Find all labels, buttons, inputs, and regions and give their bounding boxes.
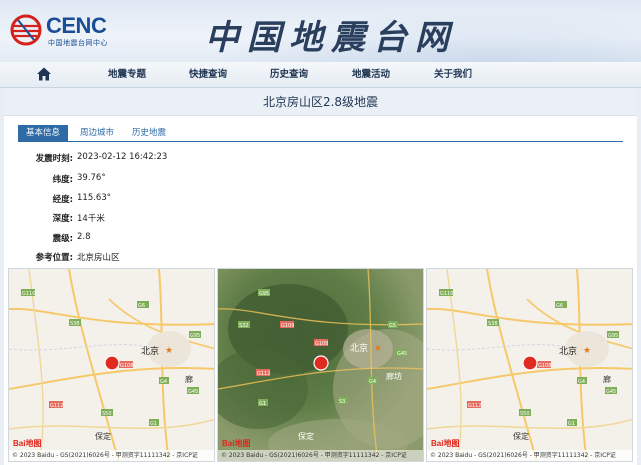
road-label: G1 bbox=[259, 401, 266, 407]
road-label: G112 bbox=[50, 403, 63, 409]
capital-star-icon: ★ bbox=[165, 346, 173, 356]
event-panel: 北京房山区2.8级地震 基本信息 周边城市 历史地震 发震时刻: 2023-02… bbox=[4, 88, 637, 465]
map-satellite-center[interactable]: G95 S32 G109 G108 G5 G4 G45 G112 S3 G1 北… bbox=[217, 268, 424, 462]
event-title: 北京房山区2.8级地震 bbox=[4, 88, 637, 116]
baidu-map-logo: Bai地图 bbox=[222, 439, 251, 448]
tab-basic-info[interactable]: 基本信息 bbox=[18, 125, 69, 141]
logo-text: CENC bbox=[46, 13, 107, 38]
road-label: G108 bbox=[315, 341, 328, 347]
road-label: G112 bbox=[468, 403, 481, 409]
map-place-label: 廊坊 bbox=[386, 371, 402, 381]
map-city-label: 北京 bbox=[350, 342, 368, 354]
road-map-canvas: G110 G6 S38 G95 G108 G4 G45 G112 S50 G1 … bbox=[9, 269, 214, 461]
map-place-label: 保定 bbox=[95, 431, 111, 441]
road-label: G4 bbox=[160, 379, 167, 385]
baidu-map-logo: Bai地图 bbox=[431, 439, 460, 448]
satellite-map-canvas: G95 S32 G109 G108 G5 G4 G45 G112 S3 G1 北… bbox=[218, 269, 423, 461]
road-label: G95 bbox=[608, 333, 618, 339]
road-label: G110 bbox=[22, 291, 35, 297]
road-label: S50 bbox=[520, 411, 530, 417]
road-label: G95 bbox=[259, 291, 269, 297]
info-label: 经度: bbox=[52, 195, 73, 205]
tab-historical-quakes[interactable]: 历史地震 bbox=[132, 125, 166, 141]
road-label: S38 bbox=[70, 321, 80, 327]
map-place-label: 保定 bbox=[298, 431, 314, 441]
road-label: G5 bbox=[389, 323, 396, 329]
map-place-label: 廊 bbox=[603, 374, 611, 384]
info-label: 纬度: bbox=[52, 175, 73, 185]
nav-item-about[interactable]: 关于我们 bbox=[434, 62, 472, 88]
nav-item-quick-query[interactable]: 快捷查询 bbox=[189, 62, 227, 88]
tabs-divider bbox=[18, 141, 623, 142]
info-value: 2023-02-12 16:42:23 bbox=[77, 152, 168, 162]
epicenter-marker-icon[interactable] bbox=[522, 355, 538, 371]
road-label: G45 bbox=[606, 389, 616, 395]
road-map-canvas: G110 G6 S38 G95 G108 G4 G45 G112 S50 G1 … bbox=[427, 269, 632, 461]
map-place-label: 廊 bbox=[185, 374, 193, 384]
home-icon[interactable] bbox=[36, 66, 52, 82]
site-title: 中国地震台网 bbox=[205, 18, 457, 58]
logo-subtitle: 中国地震台网中心 bbox=[48, 39, 108, 47]
road-label: G110 bbox=[440, 291, 453, 297]
capital-star-icon: ★ bbox=[374, 344, 382, 354]
road-label: G4 bbox=[578, 379, 585, 385]
road-label: G1 bbox=[568, 421, 575, 427]
cenc-logo-mark-icon bbox=[10, 14, 42, 46]
road-label: G109 bbox=[281, 323, 294, 329]
road-label: G6 bbox=[138, 303, 145, 309]
baidu-map-logo: Bai地图 bbox=[13, 439, 42, 448]
info-value: 2.8 bbox=[77, 232, 91, 242]
road-label: S38 bbox=[488, 321, 498, 327]
map-place-label: 保定 bbox=[513, 431, 529, 441]
nav-item-history-query[interactable]: 历史查询 bbox=[270, 62, 308, 88]
road-label: G6 bbox=[556, 303, 563, 309]
road-label: S50 bbox=[102, 411, 112, 417]
road-label: G112 bbox=[257, 371, 270, 377]
map-city-label: 北京 bbox=[141, 345, 159, 357]
info-label: 发震时刻: bbox=[35, 154, 73, 164]
nav-item-activity[interactable]: 地震活动 bbox=[352, 62, 390, 88]
capital-star-icon: ★ bbox=[583, 346, 591, 356]
road-label: S3 bbox=[339, 399, 345, 405]
road-label: G108 bbox=[120, 363, 133, 369]
cenc-logo[interactable]: CENC 中国地震台网中心 bbox=[10, 14, 128, 48]
info-label: 震级: bbox=[52, 234, 73, 244]
road-label: G95 bbox=[190, 333, 200, 339]
map-copyright: © 2023 Baidu - GS(2021)6026号 - 甲测资字11111… bbox=[427, 450, 632, 461]
page: CENC 中国地震台网中心 中国地震台网 地震专题 快捷查询 历史查询 地震活动… bbox=[0, 0, 641, 465]
map-city-label: 北京 bbox=[559, 345, 577, 357]
info-value: 39.76° bbox=[77, 173, 106, 183]
info-value: 115.63° bbox=[77, 193, 111, 203]
info-value: 北京房山区 bbox=[77, 253, 120, 263]
epicenter-marker-icon[interactable] bbox=[313, 355, 329, 371]
info-label: 深度: bbox=[52, 214, 73, 224]
map-copyright: © 2023 Baidu - GS(2021)6026号 - 甲测资字11111… bbox=[218, 450, 423, 461]
map-copyright: © 2023 Baidu - GS(2021)6026号 - 甲测资字11111… bbox=[9, 450, 214, 461]
road-label: G45 bbox=[397, 351, 407, 357]
epicenter-marker-icon[interactable] bbox=[104, 355, 120, 371]
map-road-left[interactable]: G110 G6 S38 G95 G108 G4 G45 G112 S50 G1 … bbox=[8, 268, 215, 462]
main-nav: 地震专题 快捷查询 历史查询 地震活动 关于我们 bbox=[0, 62, 641, 88]
road-label: G108 bbox=[538, 363, 551, 369]
road-label: G4 bbox=[369, 379, 376, 385]
road-label: S32 bbox=[239, 323, 249, 329]
tab-nearby-cities[interactable]: 周边城市 bbox=[80, 125, 114, 141]
map-road-right[interactable]: G110 G6 S38 G95 G108 G4 G45 G112 S50 G1 … bbox=[426, 268, 633, 462]
info-value: 14千米 bbox=[77, 214, 105, 224]
nav-item-topics[interactable]: 地震专题 bbox=[108, 62, 146, 88]
site-header: CENC 中国地震台网中心 中国地震台网 bbox=[0, 0, 641, 62]
road-label: G1 bbox=[150, 421, 157, 427]
road-label: G45 bbox=[188, 389, 198, 395]
info-label: 参考位置: bbox=[35, 253, 73, 263]
